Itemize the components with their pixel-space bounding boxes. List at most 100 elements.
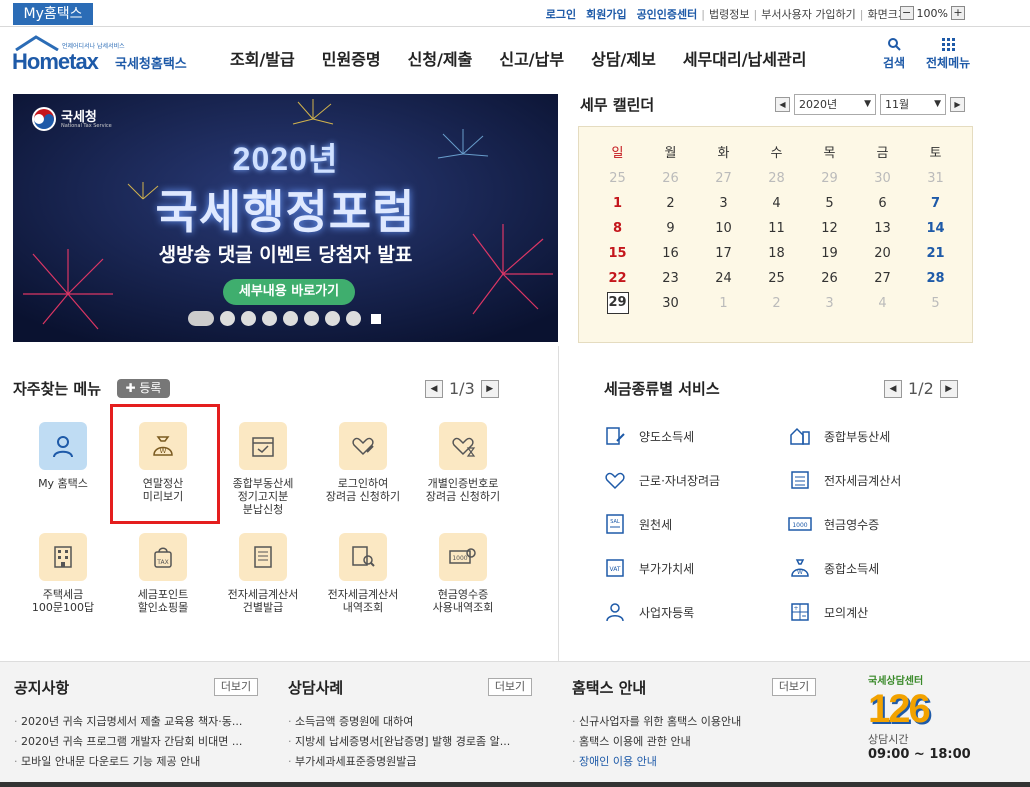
nav-tax-agent[interactable]: 세무대리/납세관리 [683, 46, 807, 70]
hometax-logo[interactable]: 언제어디서나 납세서비스 Hometax 국세청홈택스 [12, 35, 197, 79]
login-link[interactable]: 로그인 [546, 6, 576, 22]
quick-menu-item[interactable]: My 홈택스 [13, 422, 113, 490]
list-item[interactable]: 모바일 안내문 다운로드 기능 제공 안내 [14, 752, 242, 772]
calendar-day[interactable]: 15 [591, 241, 644, 266]
zoom-out-button[interactable]: − [899, 6, 914, 20]
calendar-day[interactable]: 5 [803, 191, 856, 216]
banner-dot[interactable] [220, 311, 235, 326]
list-item[interactable]: 소득금액 증명원에 대하여 [288, 712, 510, 732]
calendar-day[interactable]: 30 [856, 166, 909, 191]
calendar-day[interactable]: 1 [591, 191, 644, 216]
quick-menu-item[interactable]: 로그인하여 장려금 신청하기 [313, 422, 413, 503]
quick-menu-item[interactable]: 전자세금계산서 내역조회 [313, 533, 413, 614]
calendar-day[interactable]: 2 [644, 191, 697, 216]
list-item[interactable]: 신규사업자를 위한 홈택스 이용안내 [572, 712, 741, 732]
banner-detail-button[interactable]: 세부내용 바로가기 [223, 279, 355, 305]
calendar-day[interactable]: 30 [644, 291, 697, 316]
calendar-day[interactable]: 6 [856, 191, 909, 216]
law-info-link[interactable]: 법령정보 [709, 6, 749, 22]
banner-dot[interactable] [346, 311, 361, 326]
calendar-day[interactable]: 14 [909, 216, 962, 241]
tax-service-item[interactable]: 1000 현금영수증 [788, 512, 879, 536]
tax-service-item[interactable]: + = 모의계산 [788, 600, 868, 624]
tax-service-item[interactable]: 사업자등록 [603, 600, 694, 624]
signup-link[interactable]: 회원가입 [586, 6, 626, 22]
next-page-button[interactable]: ▶ [480, 379, 499, 398]
calendar-day[interactable]: 9 [644, 216, 697, 241]
all-menu-button[interactable]: 전체메뉴 [926, 37, 970, 71]
next-month-button[interactable]: ▶ [950, 97, 965, 112]
calendar-day[interactable]: 20 [856, 241, 909, 266]
calendar-day[interactable]: 28 [909, 266, 962, 291]
nav-apply-submit[interactable]: 신청/제출 [408, 46, 473, 70]
cert-center-link[interactable]: 공인인증센터 [637, 6, 698, 22]
calendar-day[interactable]: 29 [591, 291, 644, 316]
tax-service-item[interactable]: 종합부동산세 [788, 424, 890, 448]
quick-menu-item[interactable]: 주택세금 100문100답 [13, 533, 113, 614]
calendar-day[interactable]: 10 [697, 216, 750, 241]
search-button[interactable]: 검색 [883, 37, 905, 71]
calendar-day[interactable]: 21 [909, 241, 962, 266]
calendar-day[interactable]: 18 [750, 241, 803, 266]
calendar-day[interactable]: 25 [591, 166, 644, 191]
next-page-button[interactable]: ▶ [939, 379, 958, 398]
nav-consult-report[interactable]: 상담/제보 [591, 46, 656, 70]
calendar-day[interactable]: 22 [591, 266, 644, 291]
month-select[interactable]: 11월 ▼ [880, 94, 946, 115]
calendar-day[interactable]: 2 [750, 291, 803, 316]
today-marker[interactable]: 29 [606, 292, 629, 314]
quick-menu-item[interactable]: 종합부동산세 정기고지분 분납신청 [213, 422, 313, 516]
banner-dot[interactable] [262, 311, 277, 326]
tax-service-item[interactable]: VAT 부가가치세 [603, 556, 694, 580]
list-item[interactable]: 부가세과세표준증명원발급 [288, 752, 510, 772]
tax-service-item[interactable]: 전자세금계산서 [788, 468, 901, 492]
banner-dot[interactable] [241, 311, 256, 326]
calendar-day[interactable]: 1 [697, 291, 750, 316]
calendar-day[interactable]: 7 [909, 191, 962, 216]
banner-dot[interactable] [325, 311, 340, 326]
calendar-day[interactable]: 3 [697, 191, 750, 216]
tax-service-item[interactable]: 양도소득세 [603, 424, 694, 448]
quick-menu-item[interactable]: 개별인증번호로 장려금 신청하기 [413, 422, 513, 503]
calendar-day[interactable]: 29 [803, 166, 856, 191]
tax-service-item[interactable]: 근로·자녀장려금 [603, 468, 720, 492]
notice-more-button[interactable]: 더보기 [214, 678, 258, 696]
calendar-day[interactable]: 28 [750, 166, 803, 191]
calendar-day[interactable]: 4 [750, 191, 803, 216]
calendar-day[interactable]: 26 [803, 266, 856, 291]
list-item[interactable]: 2020년 귀속 프로그램 개발자 간담회 비대면 ... [14, 732, 242, 752]
quick-menu-item[interactable]: 전자세금계산서 건별발급 [213, 533, 313, 614]
prev-page-button[interactable]: ◀ [884, 379, 902, 398]
calendar-day[interactable]: 11 [750, 216, 803, 241]
calendar-day[interactable]: 4 [856, 291, 909, 316]
list-item[interactable]: 지방세 납세증명서[완납증명] 발행 경로좀 알... [288, 732, 510, 752]
tax-service-item[interactable]: W 종합소득세 [788, 556, 879, 580]
banner-dot[interactable] [304, 311, 319, 326]
nav-civil-cert[interactable]: 민원증명 [322, 46, 381, 70]
banner-pause-icon[interactable] [371, 313, 381, 324]
my-hometax-tab[interactable]: My홈택스 [13, 3, 93, 25]
calendar-day[interactable]: 16 [644, 241, 697, 266]
tax-service-item[interactable]: SAL 원천세 [603, 512, 672, 536]
quick-menu-item[interactable]: 1000 현금영수증 사용내역조회 [413, 533, 513, 614]
nav-lookup-issue[interactable]: 조회/발급 [230, 46, 295, 70]
prev-page-button[interactable]: ◀ [425, 379, 443, 398]
calendar-day[interactable]: 25 [750, 266, 803, 291]
calendar-day[interactable]: 5 [909, 291, 962, 316]
calendar-day[interactable]: 31 [909, 166, 962, 191]
main-banner[interactable]: 국세청 National Tax Service 2020년 국세행정포럼 생방… [13, 94, 558, 342]
calendar-day[interactable]: 8 [591, 216, 644, 241]
prev-month-button[interactable]: ◀ [775, 97, 790, 112]
calendar-day[interactable]: 26 [644, 166, 697, 191]
quick-menu-item[interactable]: TAX 세금포인트 할인쇼핑몰 [113, 533, 213, 614]
calendar-day[interactable]: 17 [697, 241, 750, 266]
banner-dot-active[interactable] [188, 311, 214, 326]
calendar-day[interactable]: 24 [697, 266, 750, 291]
consult-more-button[interactable]: 더보기 [488, 678, 532, 696]
banner-dot[interactable] [283, 311, 298, 326]
calendar-day[interactable]: 27 [697, 166, 750, 191]
calendar-day[interactable]: 12 [803, 216, 856, 241]
register-button[interactable]: ✚ 등록 [117, 379, 170, 398]
list-item[interactable]: 장애인 이용 안내 [572, 752, 741, 772]
calendar-day[interactable]: 27 [856, 266, 909, 291]
